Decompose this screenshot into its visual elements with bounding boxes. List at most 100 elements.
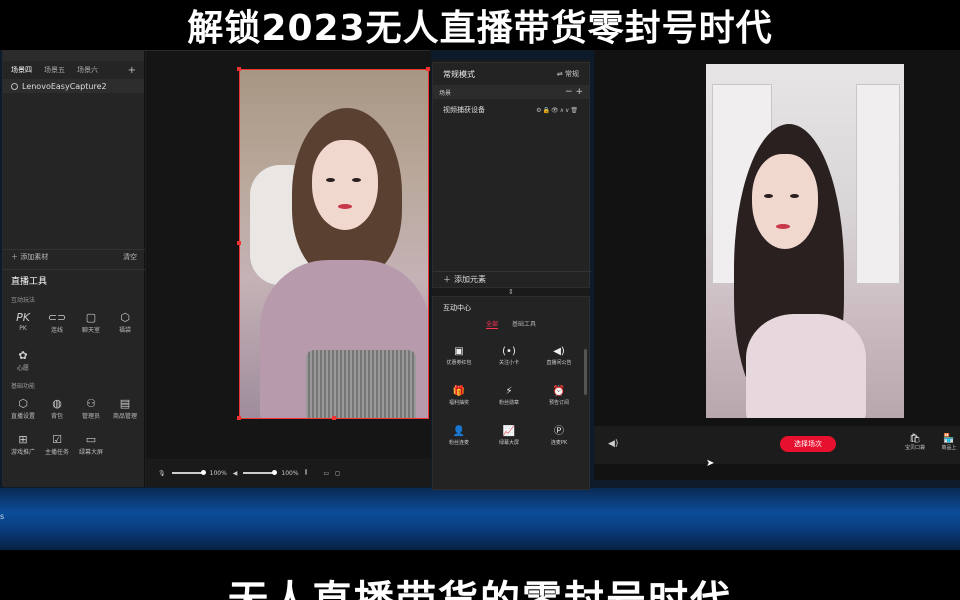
speaker-volume-value: 100% [281, 469, 299, 477]
grid-item-label: 优惠券红包 [446, 360, 472, 366]
wardrobe-door [856, 84, 900, 284]
scrollbar[interactable] [584, 349, 587, 395]
scene-add-remove[interactable]: − + [565, 87, 583, 97]
mode-header: 常规模式 ⇌ 常规 [433, 63, 589, 85]
link-icon: ⊂⊃ [47, 311, 67, 324]
mixer-icon[interactable]: ⫼ [305, 469, 308, 477]
tool-backpack[interactable]: ◍ 背包 [43, 397, 71, 420]
tool-green-screen-label: 绿幕大屏 [78, 449, 103, 456]
resize-handle[interactable] [332, 416, 336, 420]
grid-item-label: 直播间公告 [546, 360, 572, 366]
speaker-volume-slider[interactable] [243, 470, 278, 475]
eye [790, 194, 799, 198]
tab-basic-tools[interactable]: 基础工具 [512, 319, 536, 329]
add-material-button[interactable]: ＋ 添加素材 [11, 252, 48, 262]
tool-wish-label: 心愿 [16, 365, 29, 372]
treasure-bag-button[interactable]: 🛍 宝贝口袋 [900, 434, 930, 451]
grid-item-label: 粉丝连麦 [448, 440, 469, 446]
lips [338, 204, 352, 209]
left-sidebar: 场景四 场景五 场景六 + LenovoEasyCapture2 ＋ 添加素材 … [3, 51, 145, 487]
tool-game-promo-label: 游戏推广 [10, 449, 35, 456]
mouse-cursor-icon: ➤ [706, 458, 715, 469]
tool-game-promo[interactable]: ⊞ 游戏推广 [9, 433, 37, 456]
chatroom-icon: ▢ [85, 311, 97, 324]
tab-scene-5[interactable]: 场景五 [44, 65, 65, 75]
resize-handle[interactable] [426, 67, 430, 71]
tool-wish[interactable]: ✿ 心愿 [9, 349, 37, 372]
resize-handle[interactable] [237, 67, 241, 71]
grid-item[interactable]: ◀) 直播间公告 [539, 345, 579, 366]
select-scene-button[interactable]: 选择场次 [780, 436, 836, 452]
face [752, 154, 818, 249]
resize-handle[interactable] [237, 241, 241, 245]
top-caption: 解锁2023无人直播带货零封号时代 [187, 8, 773, 49]
tool-backpack-label: 背包 [50, 413, 63, 420]
eye [764, 194, 773, 198]
scene-row: 场景 − + [433, 85, 589, 99]
grid-item[interactable]: ▣ 优惠券红包 [439, 345, 479, 366]
video-device-row[interactable]: 视频捕获设备 ⚙🔒👁∧∨🗑 [433, 99, 589, 121]
treasure-bag-label: 宝贝口袋 [904, 445, 925, 451]
goods-on-button[interactable]: 🏪 商品上 [934, 434, 960, 451]
camera-preview-selected[interactable] [239, 69, 429, 419]
interaction-tabs: 全部 基础工具 [433, 319, 589, 329]
preview-canvas[interactable] [146, 51, 431, 459]
tool-admin-label: 管理员 [81, 413, 100, 420]
speaker-icon[interactable]: ◀) [608, 439, 618, 449]
shop-icon: 🏪 [943, 434, 955, 444]
tool-host-task[interactable]: ☑ 主播任务 [43, 433, 71, 456]
mode-title: 常规模式 [443, 69, 475, 79]
clear-button[interactable]: 清空 [123, 252, 137, 262]
grid-item[interactable]: 👤 粉丝连麦 [439, 425, 479, 446]
add-element-button[interactable]: ＋ 添加元素 [433, 271, 591, 287]
tool-live-settings[interactable]: ⬡ 直播设置 [9, 397, 37, 420]
live-camera-view [706, 64, 904, 418]
tool-goods-label: 商品管理 [112, 413, 137, 420]
grid-item[interactable]: Ⓟ 连麦PK [539, 425, 579, 446]
wish-icon: ✿ [18, 349, 28, 362]
grid-item[interactable]: 🎁 福利抽奖 [439, 385, 479, 406]
tool-chatroom[interactable]: ▢ 聊天室 [77, 311, 105, 334]
sidebar-titlebar [3, 51, 144, 61]
tool-pk[interactable]: 𝘗𝘒 PK [9, 311, 37, 332]
tool-pk-label: PK [19, 325, 27, 332]
lips [776, 224, 790, 229]
preview-control-bar: 🎙 100% ◀ 100% ⫼ ▭ ◻ [146, 459, 431, 487]
top [746, 314, 866, 418]
grid-item[interactable]: ⚡ 粉丝勋章 [489, 385, 529, 406]
live-control-bar: ◀) 选择场次 🛍 宝贝口袋 🏪 商品上 [594, 426, 960, 464]
grid-item[interactable]: ⏰ 预告订阅 [539, 385, 579, 406]
mode-switch-button[interactable]: ⇌ 常规 [557, 69, 579, 79]
mic-icon[interactable]: 🎙 [158, 470, 166, 477]
tool-green-screen[interactable]: ▭ 绿幕大屏 [77, 433, 105, 456]
source-item[interactable]: LenovoEasyCapture2 [3, 79, 144, 93]
tab-scene-4[interactable]: 场景四 [11, 65, 32, 75]
grid-item[interactable]: 📈 绿幕大屏 [489, 425, 529, 446]
tool-admin[interactable]: ⚇ 管理员 [77, 397, 105, 420]
mic-volume-slider[interactable] [171, 470, 206, 475]
tab-all[interactable]: 全部 [485, 319, 498, 329]
backpack-icon: ◍ [52, 397, 62, 410]
scene-label: 场景 [439, 89, 452, 97]
grid-item[interactable]: (•) 关注小卡 [489, 345, 529, 366]
face [312, 140, 378, 230]
tool-link[interactable]: ⊂⊃ 连线 [43, 311, 71, 334]
split-handle-icon[interactable]: ⇕ [508, 288, 514, 296]
screen-icon: ▭ [85, 433, 97, 446]
tool-goods[interactable]: ▤ 商品管理 [111, 397, 139, 420]
camera-toggle-icon[interactable]: ▭ [323, 470, 329, 477]
task-icon: ☑ [52, 433, 62, 446]
device-action-icons[interactable]: ⚙🔒👁∧∨🗑 [536, 107, 579, 114]
chat-icon[interactable]: ◻ [335, 470, 340, 477]
tool-lucky-bag[interactable]: ⬡ 福袋 [111, 311, 139, 334]
settings-icon: ⬡ [18, 397, 28, 410]
bottom-caption: 无人直播带货的零封号时代 [0, 568, 960, 600]
gift-icon: 🎁 [452, 386, 466, 397]
resize-handle[interactable] [237, 416, 241, 420]
interaction-center-title: 互动中心 [443, 304, 471, 312]
add-scene-icon[interactable]: + [128, 65, 136, 76]
fans-connect-icon: 👤 [452, 426, 466, 437]
desktop-glyph: s [0, 512, 5, 521]
tab-scene-6[interactable]: 场景六 [77, 65, 98, 75]
speaker-icon[interactable]: ◀ [233, 470, 238, 477]
